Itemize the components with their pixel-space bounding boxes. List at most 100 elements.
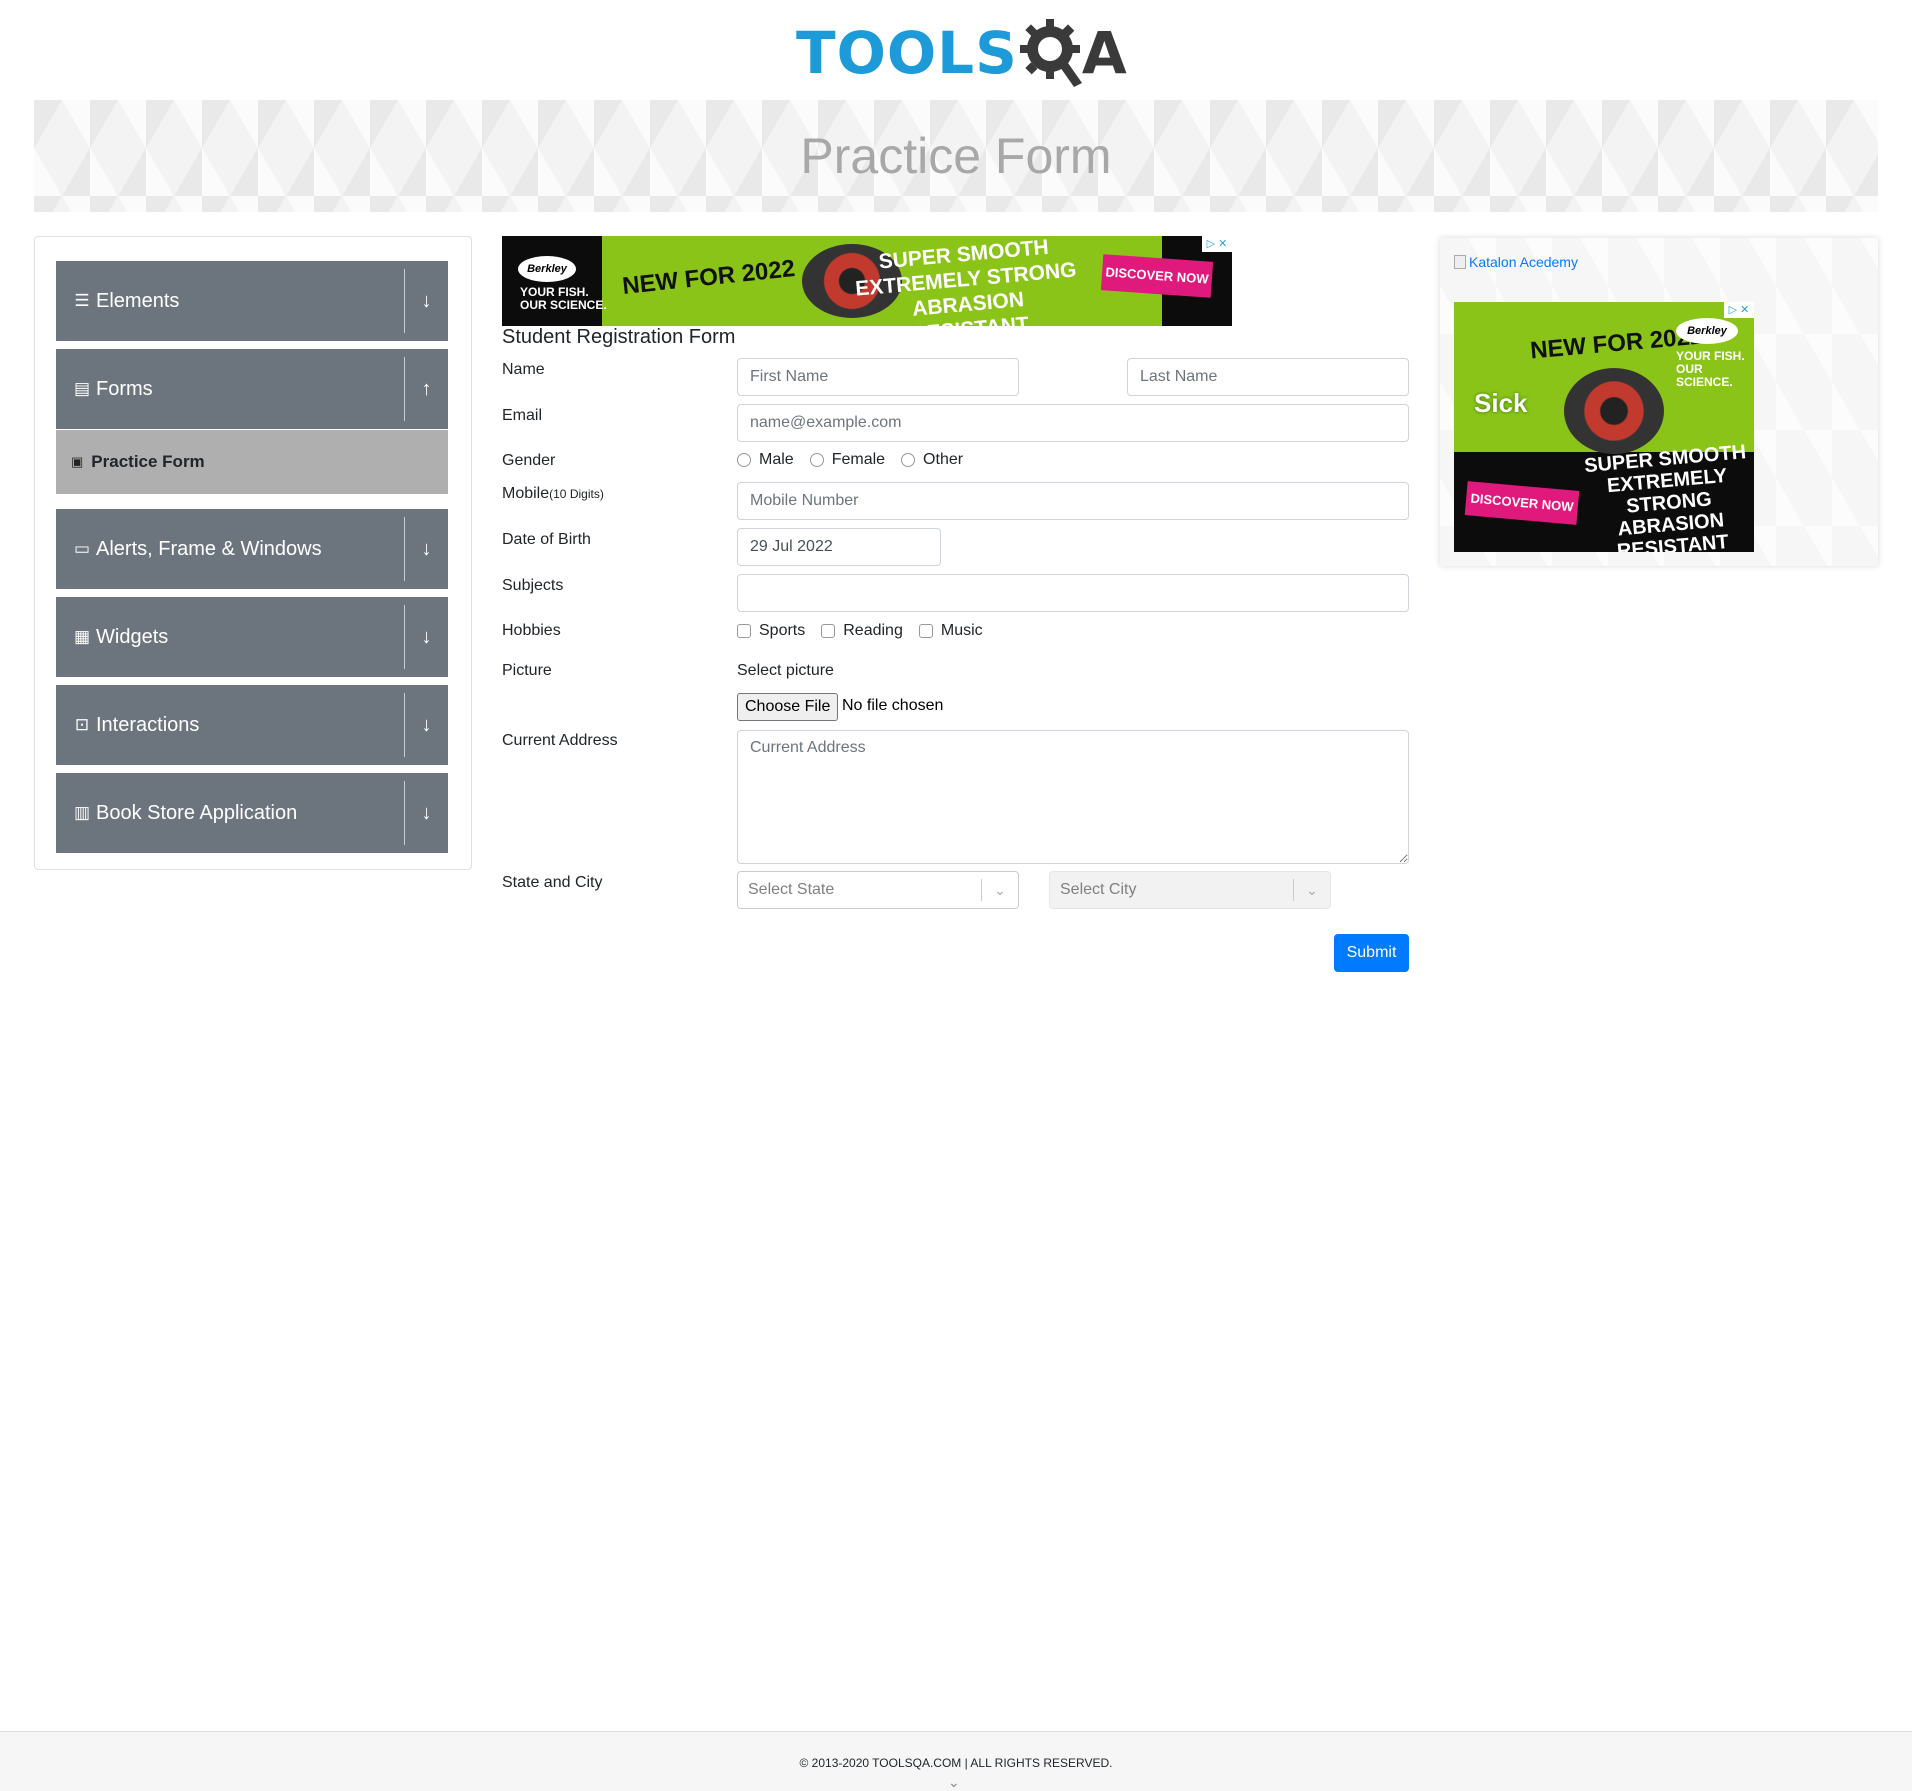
interactions-icon: ⊡ [74,715,90,734]
city-select-placeholder: Select City [1060,881,1137,898]
sidebar-group-label: Book Store Application [96,801,298,824]
sidebar-item-label: Practice Form [91,452,205,471]
last-name-input[interactable] [1127,358,1409,396]
mobile-label: Mobile(10 Digits) [502,485,604,503]
checkbox[interactable] [737,624,751,638]
footer-copyright: © 2013-2020 TOOLSQA.COM | ALL RIGHTS RES… [799,1756,1113,1770]
window-icon: ▭ [73,539,91,558]
chevron-down-icon: ⌄ [994,881,1006,898]
expand-arrow-icon: ↓ [421,537,432,560]
gender-radio-other[interactable]: Other [901,451,963,469]
radio-circle[interactable] [901,453,916,467]
ad-slogan: YOUR FISH. OUR SCIENCE. [520,286,607,312]
date-of-birth-input[interactable] [737,528,941,566]
radio-label: Male [759,451,794,468]
hobbies-checkbox-group: Sports Reading Music [737,622,999,640]
ad-close-icon[interactable]: ▷ ✕ [1202,236,1232,252]
email-label: Email [502,407,543,424]
select-picture-label: Select picture [737,662,834,679]
toolsqa-logo[interactable]: TOOLS A [796,14,1128,92]
email-input[interactable] [737,404,1409,442]
sidebar-group-label: Widgets [96,625,169,648]
ad-brand-logo: Berkley [518,256,576,282]
sidebar-group-label: Forms [96,377,153,400]
ad-banner-top[interactable]: Berkley YOUR FISH. OUR SCIENCE. NEW FOR … [502,236,1232,326]
picture-label: Picture [502,662,552,679]
file-status-text: No file chosen [842,697,944,714]
ad-discover-button[interactable]: DISCOVER NOW [1100,254,1214,298]
gender-label: Gender [502,452,556,469]
mobile-hint: (10 Digits) [549,487,604,501]
gender-radio-female[interactable]: Female [809,451,886,469]
sidebar-group-alerts[interactable]: ▭ Alerts, Frame & Windows ↓ [56,509,448,589]
sidebar-group-interactions[interactable]: ⊡ Interactions ↓ [56,685,448,765]
current-address-label: Current Address [502,732,618,749]
ad-slogan-line: OUR SCIENCE. [1676,362,1733,389]
right-ad-panel: Katalon Acedemy NEW FOR 2022 Berkley YOU… [1440,238,1878,566]
subjects-label: Subjects [502,577,564,594]
gender-radio-group: Male Female Other [737,451,979,469]
mobile-label-text: Mobile [502,485,550,502]
sidebar-group-label: Elements [96,289,180,312]
ad-discover-button[interactable]: DISCOVER NOW [1464,481,1580,525]
subjects-input[interactable] [737,574,1409,612]
sidebar-item-practice-form[interactable]: ▣ Practice Form [56,430,448,494]
sidebar-group-book-store[interactable]: ▥ Book Store Application ↓ [56,773,448,853]
expand-arrow-icon: ↓ [421,713,432,736]
radio-label: Female [831,451,886,468]
checkbox-label: Music [940,622,983,639]
expand-arrow-icon: ↓ [421,801,432,824]
form-title: Student Registration Form [502,326,736,348]
mobile-input[interactable] [737,482,1409,520]
submit-button[interactable]: Submit [1334,934,1409,972]
menu-icon: ☰ [74,291,90,310]
collapse-arrow-icon: ↑ [421,377,432,400]
ad-headline: SUPER SMOOTH EXTREMELY STRONG ABRASION R… [1580,441,1754,552]
ad-brand-logo: Berkley [1676,318,1738,344]
sidebar: ☰ Elements ↓ ▤ Forms ↑ ▣ Practice Form ▭… [34,236,472,870]
checkbox[interactable] [821,624,836,638]
sidebar-group-label: Alerts, Frame & Windows [96,537,322,560]
page-title-banner: Practice Form [34,100,1878,212]
checkbox-label: Sports [759,622,806,639]
dob-label: Date of Birth [502,531,591,548]
sidebar-group-elements[interactable]: ☰ Elements ↓ [56,261,448,341]
current-address-textarea[interactable] [737,730,1409,864]
ad-product-name: Sick [1474,388,1528,418]
footer: © 2013-2020 TOOLSQA.COM | ALL RIGHTS RES… [0,1731,1912,1791]
sidebar-group-forms[interactable]: ▤ Forms ↑ [56,349,448,429]
hobby-checkbox-music[interactable]: Music [918,622,983,640]
state-select-placeholder: Select State [748,881,835,898]
hobby-checkbox-sports[interactable]: Sports [737,622,805,640]
checkbox[interactable] [918,624,933,638]
choose-file-button[interactable]: Choose File [737,693,839,721]
ad-slogan: YOUR FISH. OUR SCIENCE. [1676,350,1754,389]
expand-arrow-icon: ↓ [421,289,432,312]
expand-arrow-icon: ↓ [421,625,432,648]
hobby-checkbox-reading[interactable]: Reading [821,622,903,640]
widgets-icon: ▦ [73,627,91,646]
state-city-label: State and City [502,874,603,891]
katalon-alt-text: Katalon Acedemy [1469,254,1578,270]
first-name-input[interactable] [737,358,1019,396]
broken-image-icon [1454,255,1466,269]
books-icon: ▥ [73,803,91,822]
logo-text-tools: TOOLS [796,19,1018,87]
ad-spool-image [1564,368,1664,454]
gear-magnifier-icon [1019,19,1082,87]
gender-radio-male[interactable]: Male [737,451,794,469]
radio-label: Other [923,451,964,468]
hobbies-label: Hobbies [502,622,561,639]
ad-close-icon[interactable]: ▷ ✕ [1724,302,1754,318]
city-select[interactable]: Select City ⌄ [1049,871,1331,909]
state-select[interactable]: Select State ⌄ [737,871,1019,909]
sidebar-group-label: Interactions [96,713,200,736]
ad-slogan-line: OUR SCIENCE. [520,298,607,312]
radio-circle[interactable] [809,453,824,467]
document-icon: ▤ [73,379,91,398]
chevron-down-icon[interactable]: ⌄ [948,1774,960,1791]
radio-circle[interactable] [737,453,751,467]
katalon-academy-link[interactable]: Katalon Acedemy [1454,254,1578,270]
sidebar-group-widgets[interactable]: ▦ Widgets ↓ [56,597,448,677]
ad-banner-side[interactable]: NEW FOR 2022 Berkley YOUR FISH. OUR SCIE… [1454,302,1754,552]
